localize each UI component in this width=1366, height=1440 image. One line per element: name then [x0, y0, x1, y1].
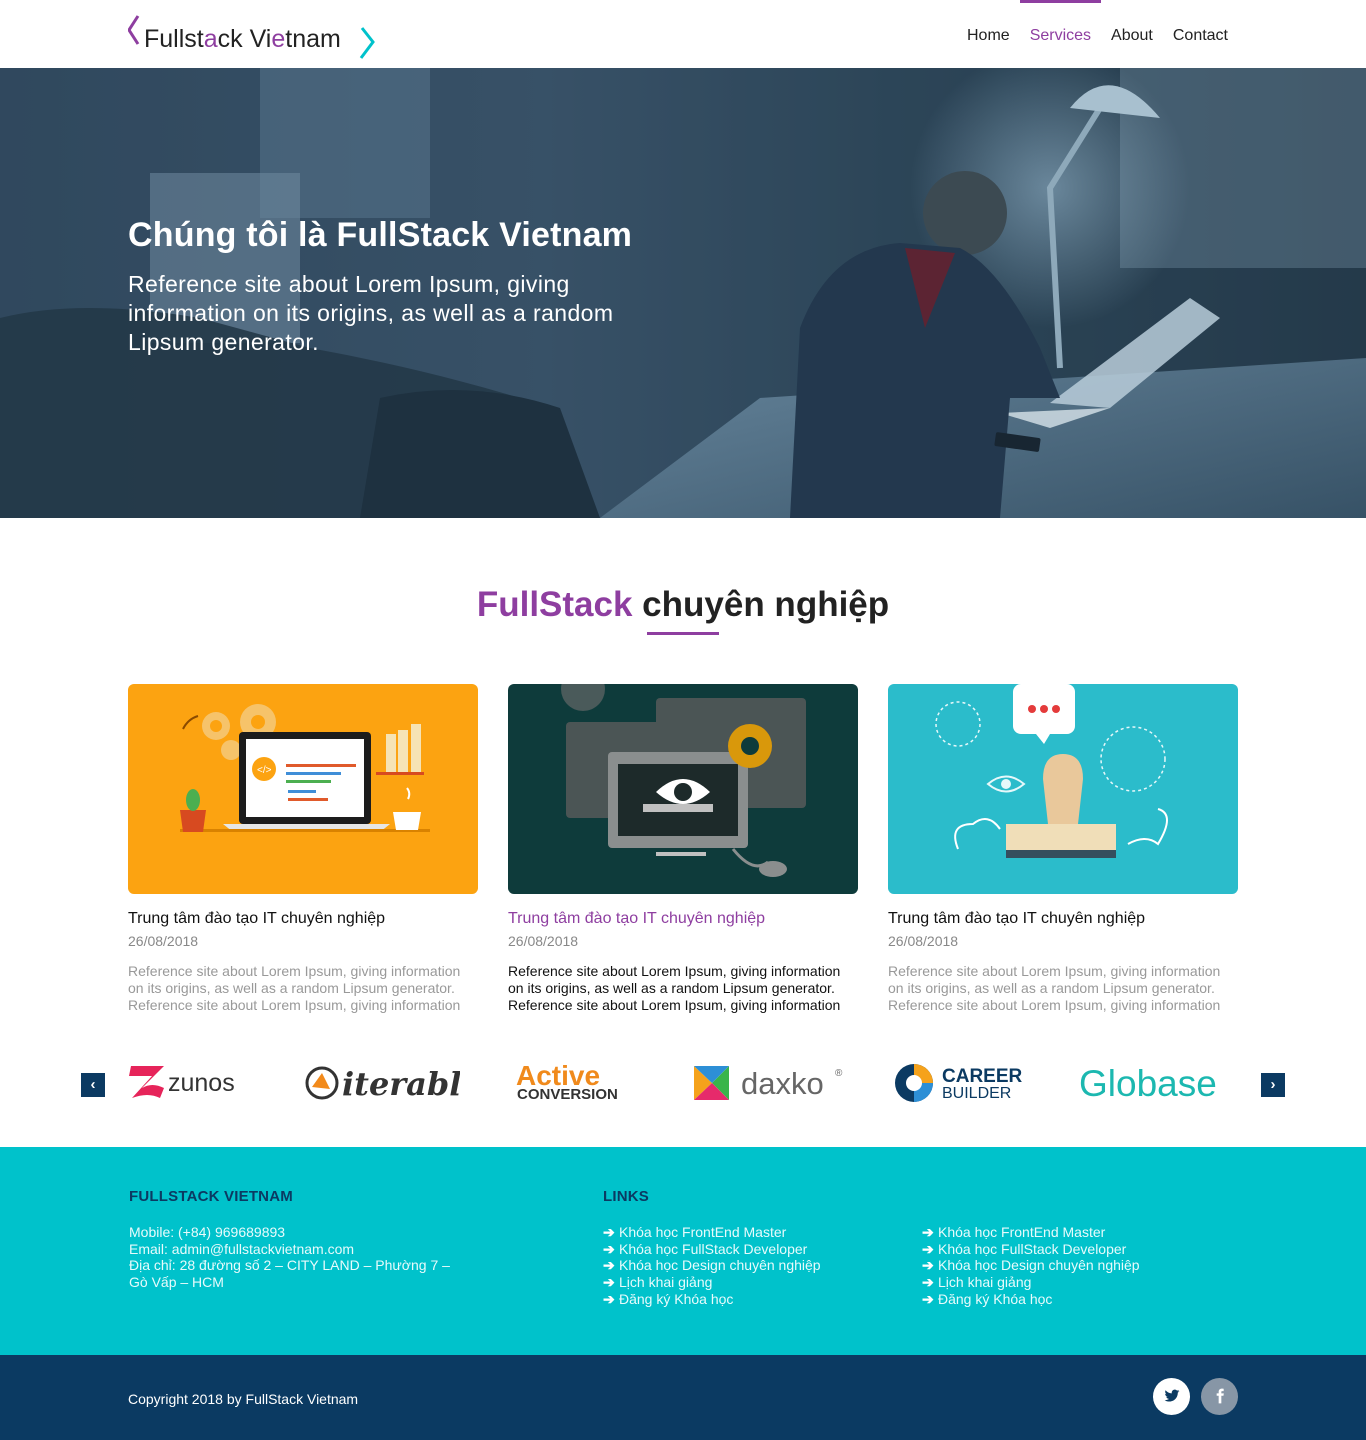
arrow-right-icon: ➔ — [922, 1274, 934, 1291]
footer-links-heading: LINKS — [603, 1188, 649, 1205]
card-image-monitor-eye[interactable] — [508, 684, 858, 894]
card-image-stamp-ideas[interactable] — [888, 684, 1238, 894]
arrow-right-icon: ➔ — [603, 1257, 615, 1274]
partner-logo-zunos[interactable]: zunos — [128, 1058, 248, 1108]
svg-text:</>: </> — [257, 765, 272, 776]
svg-text:zunos: zunos — [168, 1069, 235, 1097]
footer-links-col2: ➔ Khóa học FrontEnd Master ➔ Khóa học Full… — [922, 1224, 1140, 1308]
footer-link[interactable]: ➔ Lịch khai giảng — [603, 1274, 821, 1291]
nav-about[interactable]: About — [1101, 0, 1163, 68]
service-card[interactable]: Trung tâm đào tạo IT chuyên nghiệp 26/08… — [888, 684, 1238, 1014]
svg-text:®: ® — [835, 1068, 843, 1079]
section-title-underline — [647, 632, 719, 635]
footer-address: Địa chỉ: 28 đường số 2 – CITY LAND – Phư… — [129, 1257, 450, 1291]
footer-company-heading: FULLSTACK VIETNAM — [129, 1188, 293, 1205]
copyright-bar: Copyright 2018 by FullStack Vietnam — [0, 1355, 1366, 1440]
card-description: Reference site about Lorem Ipsum, giving… — [128, 963, 461, 1013]
service-card[interactable]: </> Trung tâm đào tạo IT chuyên nghiệp 2… — [128, 684, 478, 1014]
partners-prev-button[interactable]: ‹ — [81, 1073, 105, 1097]
footer-link[interactable]: ➔ Khóa học FrontEnd Master — [603, 1224, 821, 1241]
arrow-right-icon: ➔ — [922, 1257, 934, 1274]
hero-text: Reference site about Lorem Ipsum, giving… — [128, 271, 614, 355]
footer-link[interactable]: ➔ Khóa học FullStack Developer — [603, 1241, 821, 1258]
partner-logo-globase[interactable]: Globase — [1078, 1058, 1238, 1108]
footer-link[interactable]: ➔ Khóa học Design chuyên nghiệp — [603, 1257, 821, 1274]
partner-logo-iterable[interactable]: iterable — [304, 1058, 460, 1108]
footer-mobile[interactable]: Mobile: (+84) 969689893 — [129, 1224, 469, 1241]
footer-link[interactable]: ➔ Lịch khai giảng — [922, 1274, 1140, 1291]
svg-text:Globase: Globase — [1079, 1063, 1217, 1104]
footer-link[interactable]: ➔ Đăng ký Khóa học — [922, 1291, 1140, 1308]
facebook-icon — [1216, 1388, 1224, 1404]
arrow-right-icon: ➔ — [922, 1224, 934, 1240]
arrow-right-icon: ➔ — [922, 1290, 934, 1307]
svg-text:Fullstack Vietnam: Fullstack Vietnam — [144, 25, 341, 53]
card-title[interactable]: Trung tâm đào tạo IT chuyên nghiệp — [888, 910, 1238, 928]
footer-contact-info: Mobile: (+84) 969689893 Email: admin@ful… — [129, 1224, 469, 1291]
partner-logo-daxko[interactable]: daxko ® — [693, 1058, 849, 1108]
arrow-right-icon: ➔ — [603, 1224, 615, 1240]
card-date: 26/08/2018 — [508, 933, 579, 949]
section-title: FullStack chuyên nghiệp — [0, 585, 1366, 625]
card-image-laptop-code[interactable]: </> — [128, 684, 478, 894]
footer-email[interactable]: Email: admin@fullstackvietnam.com — [129, 1241, 469, 1258]
nav-home[interactable]: Home — [957, 0, 1020, 68]
svg-text:iterable: iterable — [342, 1065, 460, 1103]
twitter-icon — [1164, 1389, 1179, 1402]
section-title-rest: chuyên nghiệp — [632, 585, 890, 624]
nav-contact[interactable]: Contact — [1163, 0, 1238, 68]
footer-links-col1: ➔ Khóa học FrontEnd Master ➔ Khóa học Full… — [603, 1224, 821, 1308]
fullstack-vietnam-logo[interactable]: Fullstack Vietnam — [128, 14, 388, 62]
nav-services[interactable]: Services — [1019, 0, 1102, 68]
chevron-right-icon: › — [1270, 1076, 1276, 1093]
twitter-button[interactable] — [1153, 1378, 1190, 1415]
svg-text:BUILDER: BUILDER — [942, 1085, 1011, 1102]
footer-link[interactable]: ➔ Khóa học Design chuyên nghiệp — [922, 1257, 1140, 1274]
footer-link[interactable]: ➔ Đăng ký Khóa học — [603, 1291, 821, 1308]
arrow-right-icon: ➔ — [603, 1290, 615, 1307]
svg-text:daxko: daxko — [741, 1066, 824, 1101]
card-description: Reference site about Lorem Ipsum, giving… — [888, 963, 1221, 1013]
svg-text:CAREER: CAREER — [942, 1066, 1023, 1087]
arrow-right-icon: ➔ — [603, 1274, 615, 1291]
hero-title: Chúng tôi là FullStack Vietnam — [128, 216, 633, 254]
service-card[interactable]: Trung tâm đào tạo IT chuyên nghiệp 26/08… — [508, 684, 858, 1014]
facebook-button[interactable] — [1201, 1378, 1238, 1415]
chevron-left-icon: ‹ — [90, 1076, 96, 1093]
arrow-right-icon: ➔ — [922, 1240, 934, 1257]
copyright-text: Copyright 2018 by FullStack Vietnam — [128, 1391, 359, 1407]
card-date: 26/08/2018 — [888, 933, 959, 949]
site-header: Fullstack Vietnam Home Services About Co… — [0, 0, 1366, 68]
card-date: 26/08/2018 — [128, 933, 199, 949]
partners-next-button[interactable]: › — [1261, 1073, 1285, 1097]
card-title[interactable]: Trung tâm đào tạo IT chuyên nghiệp — [128, 910, 478, 928]
arrow-right-icon: ➔ — [603, 1240, 615, 1257]
site-footer: FULLSTACK VIETNAM Mobile: (+84) 96968989… — [0, 1147, 1366, 1355]
card-title[interactable]: Trung tâm đào tạo IT chuyên nghiệp — [508, 910, 858, 928]
partner-logo-careerbuilder[interactable]: CAREER BUILDER — [893, 1058, 1038, 1108]
hero-banner: Chúng tôi là FullStack Vietnam Reference… — [0, 68, 1366, 518]
main-nav: Home Services About Contact — [957, 0, 1238, 68]
svg-text:CONVERSION: CONVERSION — [517, 1086, 618, 1103]
partner-logo-active-conversion[interactable]: Active CONVERSION — [514, 1058, 638, 1108]
footer-link[interactable]: ➔ Khóa học FrontEnd Master — [922, 1224, 1140, 1241]
section-title-accent: FullStack — [476, 585, 633, 624]
card-description: Reference site about Lorem Ipsum, giving… — [508, 963, 841, 1013]
footer-link[interactable]: ➔ Khóa học FullStack Developer — [922, 1241, 1140, 1258]
